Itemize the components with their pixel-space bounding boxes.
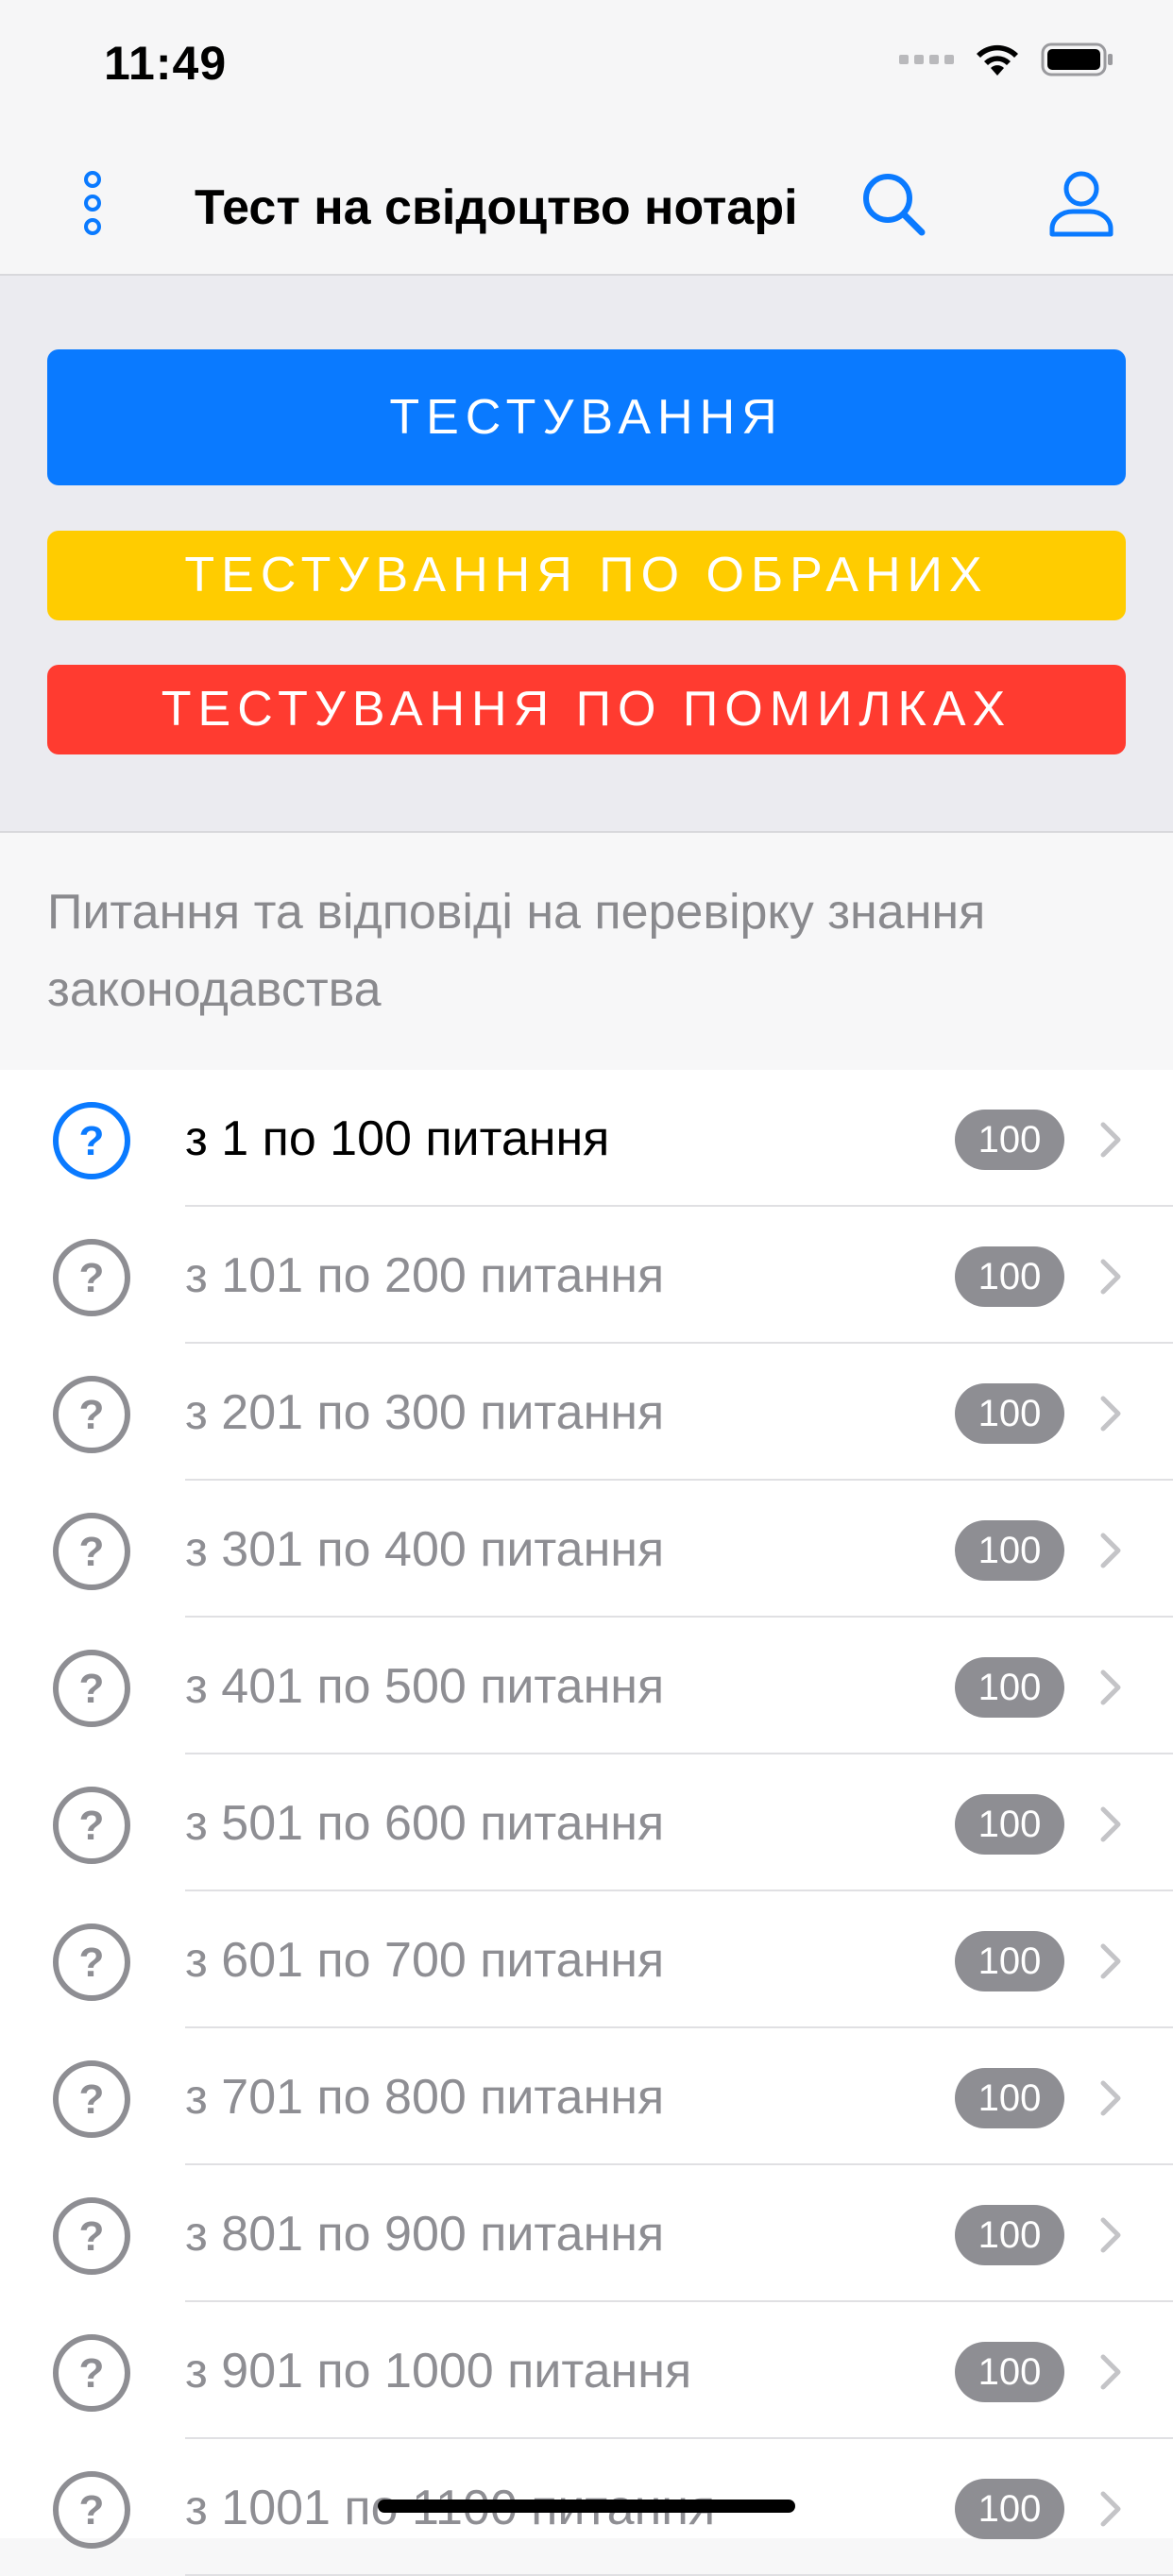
count-badge: 100: [955, 1110, 1064, 1170]
question-circle-icon: ?: [51, 1100, 132, 1181]
chevron-right-icon: [1099, 2490, 1122, 2528]
list-item-label: з 701 по 800 питання: [185, 2070, 665, 2125]
list-item[interactable]: ? з 101 по 200 питання 100: [0, 1207, 1173, 1344]
test-buttons-area: ТЕСТУВАННЯ ТЕСТУВАННЯ ПО ОБРАНИХ ТЕСТУВА…: [0, 276, 1173, 833]
list-item-label: з 401 по 500 питання: [185, 1659, 665, 1714]
list-item[interactable]: ? з 301 по 400 питання 100: [0, 1481, 1173, 1618]
svg-text:?: ?: [79, 1940, 105, 1986]
status-time: 11:49: [104, 37, 228, 90]
svg-text:?: ?: [79, 1803, 105, 1849]
list-item-label: з 1 по 100 питання: [185, 1111, 610, 1166]
chevron-right-icon: [1099, 1121, 1122, 1159]
svg-text:?: ?: [79, 2350, 105, 2397]
chevron-right-icon: [1099, 2353, 1122, 2391]
question-circle-icon: ?: [51, 1785, 132, 1866]
page-title: Тест на свідоцтво нотаріуса: [195, 180, 795, 235]
question-circle-icon: ?: [51, 2332, 132, 2414]
question-circle-icon: ?: [51, 2469, 132, 2551]
question-circle-icon: ?: [51, 1922, 132, 2003]
home-indicator: [378, 2500, 795, 2513]
wifi-icon: [973, 42, 1022, 77]
testing-errors-button[interactable]: ТЕСТУВАННЯ ПО ПОМИЛКАХ: [47, 665, 1126, 754]
list-item-label: з 201 по 300 питання: [185, 1385, 665, 1440]
svg-text:?: ?: [79, 2213, 105, 2260]
navigation-bar: Тест на свідоцтво нотаріуса: [0, 132, 1173, 276]
user-icon[interactable]: [1048, 170, 1114, 238]
list-item-label: з 501 по 600 питання: [185, 1796, 665, 1851]
question-ranges-list: ? з 1 по 100 питання 100? з 101 по 200 пита…: [0, 1070, 1173, 2576]
svg-text:?: ?: [79, 1118, 105, 1164]
count-badge: 100: [955, 2205, 1064, 2265]
count-badge: 100: [955, 1657, 1064, 1718]
testing-favorites-button[interactable]: ТЕСТУВАННЯ ПО ОБРАНИХ: [47, 531, 1126, 620]
list-item-label: з 601 по 700 питання: [185, 1933, 665, 1988]
count-badge: 100: [955, 2342, 1064, 2402]
svg-text:?: ?: [79, 1529, 105, 1575]
list-item[interactable]: ? з 1 по 100 питання 100: [0, 1070, 1173, 1207]
chevron-right-icon: [1099, 1805, 1122, 1843]
count-badge: 100: [955, 1520, 1064, 1581]
section-header: Питання та відповіді на перевірку знання…: [47, 885, 986, 1017]
question-circle-icon: ?: [51, 2195, 132, 2277]
more-vertical-icon[interactable]: [74, 170, 111, 236]
list-item[interactable]: ? з 201 по 300 питання 100: [0, 1344, 1173, 1481]
list-item[interactable]: ? з 801 по 900 питання 100: [0, 2165, 1173, 2302]
question-circle-icon: ?: [51, 1237, 132, 1318]
count-badge: 100: [955, 2479, 1064, 2539]
chevron-right-icon: [1099, 2079, 1122, 2117]
chevron-right-icon: [1099, 1669, 1122, 1706]
status-icons: [899, 42, 1114, 77]
list-item-label: з 301 по 400 питання: [185, 1522, 665, 1577]
count-badge: 100: [955, 2068, 1064, 2128]
svg-text:?: ?: [79, 2076, 105, 2123]
battery-icon: [1041, 42, 1114, 77]
count-badge: 100: [955, 1246, 1064, 1307]
status-bar: 11:49: [0, 0, 1173, 132]
list-item-label: з 101 по 200 питання: [185, 1248, 665, 1303]
chevron-right-icon: [1099, 1532, 1122, 1569]
list-item[interactable]: ? з 401 по 500 питання 100: [0, 1618, 1173, 1754]
search-icon[interactable]: [859, 170, 927, 238]
chevron-right-icon: [1099, 2216, 1122, 2254]
count-badge: 100: [955, 1383, 1064, 1444]
list-item[interactable]: ? з 701 по 800 питання 100: [0, 2028, 1173, 2165]
chevron-right-icon: [1099, 1258, 1122, 1296]
list-item[interactable]: ? з 901 по 1000 питання 100: [0, 2302, 1173, 2439]
svg-text:?: ?: [79, 2487, 105, 2534]
question-circle-icon: ?: [51, 1511, 132, 1592]
svg-text:?: ?: [79, 1666, 105, 1712]
chevron-right-icon: [1099, 1395, 1122, 1432]
count-badge: 100: [955, 1931, 1064, 1991]
testing-button[interactable]: ТЕСТУВАННЯ: [47, 349, 1126, 485]
svg-text:?: ?: [79, 1392, 105, 1438]
chevron-right-icon: [1099, 1942, 1122, 1980]
list-item-label: з 901 по 1000 питання: [185, 2344, 692, 2398]
count-badge: 100: [955, 1794, 1064, 1855]
question-circle-icon: ?: [51, 1648, 132, 1729]
question-circle-icon: ?: [51, 2059, 132, 2140]
list-item[interactable]: ? з 601 по 700 питання 100: [0, 1891, 1173, 2028]
list-item-label: з 801 по 900 питання: [185, 2207, 665, 2262]
question-circle-icon: ?: [51, 1374, 132, 1455]
list-item[interactable]: ? з 501 по 600 питання 100: [0, 1754, 1173, 1891]
cellular-signal-icon: [899, 55, 954, 64]
svg-text:?: ?: [79, 1255, 105, 1301]
